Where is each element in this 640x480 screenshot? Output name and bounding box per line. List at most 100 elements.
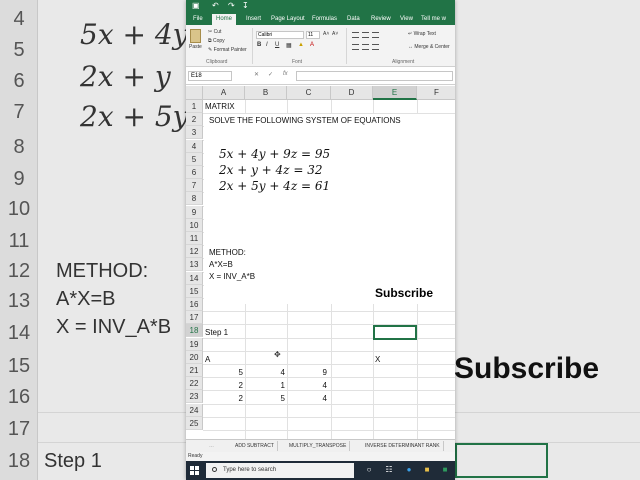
row-header[interactable]: 9 (186, 205, 203, 219)
tab-page-layout[interactable]: Page Layout (271, 14, 305, 25)
row-header[interactable]: 20 (186, 350, 203, 364)
cell-a2[interactable]: SOLVE THE FOLLOWING SYSTEM OF EQUATIONS (209, 114, 401, 127)
column-header[interactable]: C (287, 86, 331, 100)
borders-icon[interactable]: ▦ (286, 42, 292, 49)
matrix-cell[interactable]: 4 (287, 379, 327, 392)
row-header[interactable]: 3 (186, 126, 203, 140)
row-header[interactable]: 19 (186, 337, 203, 351)
font-size-select[interactable]: 11 (306, 31, 320, 39)
format-painter-button[interactable]: ✎ Format Painter (208, 47, 247, 53)
save-icon[interactable]: ▣ (192, 1, 200, 10)
align-center-icon[interactable] (362, 44, 369, 50)
cell-a20[interactable]: A (205, 353, 210, 366)
row-header[interactable]: 15 (186, 284, 203, 298)
sheet-tab-multiply-transpose[interactable]: MULTIPLY_TRANSPOSE (286, 441, 351, 451)
font-color-icon[interactable]: A (310, 42, 314, 48)
insert-function-button[interactable]: fx (283, 71, 288, 77)
row-header[interactable]: 25 (186, 416, 203, 430)
name-box[interactable]: E18 (188, 71, 232, 81)
matrix-cell[interactable]: 4 (287, 392, 327, 405)
column-header[interactable]: F (417, 86, 455, 100)
tell-me-search[interactable]: Tell me w (421, 14, 446, 25)
cell-a1[interactable]: MATRIX (205, 100, 235, 113)
row-header[interactable]: 23 (186, 390, 203, 404)
align-bottom-icon[interactable] (372, 32, 379, 38)
column-header[interactable]: D (331, 86, 373, 100)
taskbar-search-input[interactable]: Type here to search (206, 463, 354, 478)
copy-button[interactable]: ⧉ Copy (208, 38, 225, 44)
file-explorer-icon[interactable]: ■ (422, 465, 432, 475)
align-top-icon[interactable] (352, 32, 359, 38)
align-right-icon[interactable] (372, 44, 379, 50)
windows-start-icon[interactable] (190, 466, 199, 475)
task-view-icon[interactable]: ○ (364, 465, 374, 475)
customize-icon[interactable]: ↧ (242, 1, 249, 10)
underline-button[interactable]: U (275, 42, 279, 48)
tab-file[interactable]: File (193, 14, 203, 25)
wrap-text-button[interactable]: ↵ Wrap Text (408, 31, 436, 37)
matrix-cell[interactable]: 1 (245, 379, 285, 392)
matrix-cell[interactable]: 9 (287, 366, 327, 379)
task-switcher-icon[interactable]: ☷ (384, 465, 394, 475)
paste-button[interactable]: Paste (189, 44, 202, 50)
active-cell-e18[interactable] (373, 325, 417, 340)
sheet-scroll-icon[interactable]: … (206, 441, 217, 451)
tab-view[interactable]: View (400, 14, 413, 25)
select-all-corner[interactable] (186, 86, 203, 100)
row-header[interactable]: 11 (186, 232, 203, 245)
undo-icon[interactable]: ↶ (212, 1, 219, 10)
column-header[interactable]: A (203, 86, 245, 100)
row-header[interactable]: 1 (186, 100, 203, 113)
row-header[interactable]: 5 (186, 152, 203, 166)
tab-review[interactable]: Review (371, 14, 391, 25)
excel-taskbar-icon[interactable]: ■ (440, 465, 450, 475)
cell-e20[interactable]: X (375, 353, 380, 366)
row-header[interactable]: 24 (186, 403, 203, 417)
row-header[interactable]: 6 (186, 166, 203, 179)
cell-a18[interactable]: Step 1 (205, 326, 228, 339)
grow-font-icon[interactable]: A˄ (323, 31, 329, 37)
row-header[interactable]: 14 (186, 271, 203, 285)
matrix-cell[interactable]: 5 (245, 392, 285, 405)
method-formula-2[interactable]: X = INV_A*B (209, 270, 255, 283)
tab-home[interactable]: Home (212, 14, 237, 25)
tab-data[interactable]: Data (347, 14, 360, 25)
row-header[interactable]: 18 (186, 324, 203, 338)
row-header[interactable]: 13 (186, 258, 203, 272)
row-header[interactable]: 8 (186, 192, 203, 206)
column-header[interactable]: B (245, 86, 287, 100)
sheet-tab-add-subtract[interactable]: ADD SUBTRACT (232, 441, 278, 451)
row-header[interactable]: 16 (186, 298, 203, 311)
sheet-tab-inverse-determinant-rank[interactable]: INVERSE DETERMINANT RANK (362, 441, 444, 451)
matrix-cell[interactable]: 2 (203, 379, 243, 392)
merge-center-button[interactable]: ↔ Merge & Center (408, 44, 450, 50)
row-header[interactable]: 2 (186, 113, 203, 127)
formula-input[interactable] (296, 71, 453, 81)
bold-button[interactable]: B (257, 42, 261, 48)
row-header[interactable]: 7 (186, 179, 203, 193)
edge-browser-icon[interactable]: ● (404, 465, 414, 475)
row-header[interactable]: 17 (186, 311, 203, 325)
matrix-cell[interactable]: 4 (245, 366, 285, 379)
row-header[interactable]: 4 (186, 139, 203, 153)
cut-button[interactable]: ✂ Cut (208, 29, 221, 35)
row-header[interactable]: 22 (186, 377, 203, 391)
matrix-cell[interactable]: 2 (203, 392, 243, 405)
align-middle-icon[interactable] (362, 32, 369, 38)
tab-insert[interactable]: Insert (246, 14, 261, 25)
row-header[interactable]: 10 (186, 218, 203, 232)
tab-formulas[interactable]: Formulas (312, 14, 337, 25)
row-header[interactable]: 12 (186, 245, 203, 259)
row-header[interactable]: 21 (186, 364, 203, 377)
align-left-icon[interactable] (352, 44, 359, 50)
enter-icon[interactable]: ✓ (268, 71, 273, 78)
font-name-select[interactable]: Calibri (256, 31, 304, 39)
fill-color-icon[interactable]: ▲ (298, 42, 304, 48)
shrink-font-icon[interactable]: A˅ (332, 31, 338, 37)
matrix-cell[interactable]: 5 (203, 366, 243, 379)
redo-icon[interactable]: ↷ (228, 1, 235, 10)
column-header-selected[interactable]: E (373, 86, 417, 100)
italic-button[interactable]: I (266, 42, 268, 48)
cancel-icon[interactable]: ✕ (254, 71, 259, 78)
paste-icon[interactable] (190, 29, 201, 43)
